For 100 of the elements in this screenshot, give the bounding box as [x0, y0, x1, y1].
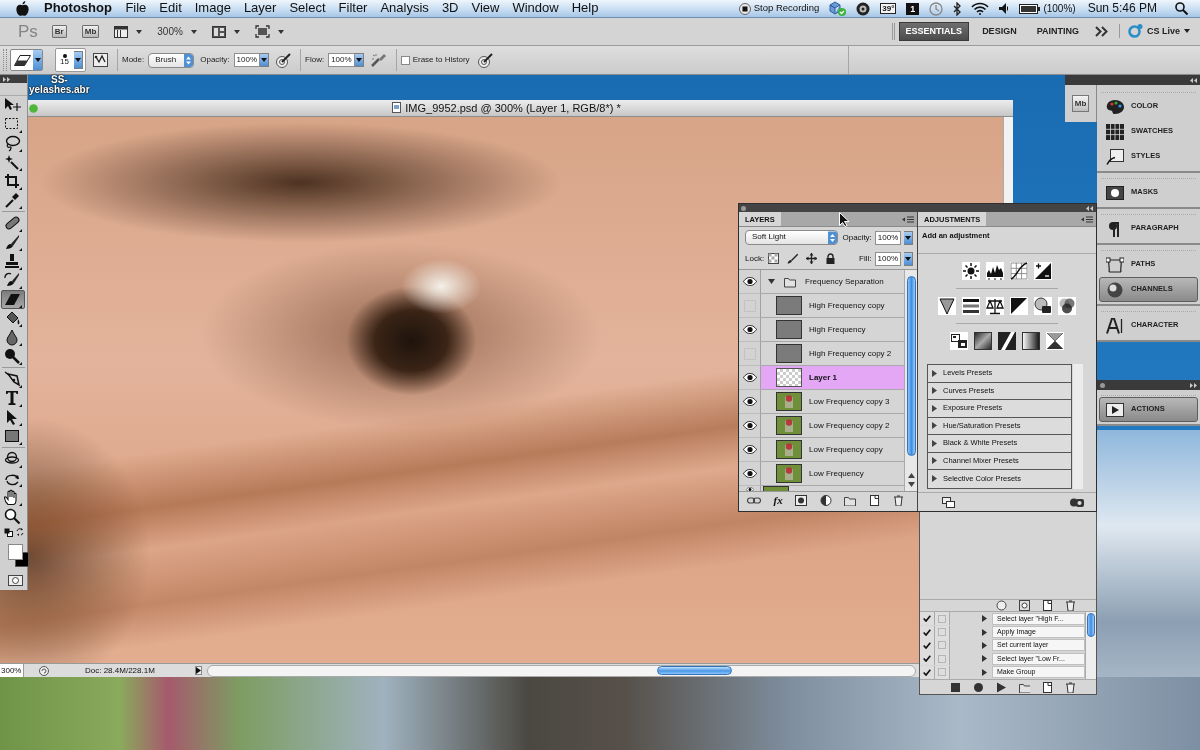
apple-icon[interactable] — [16, 1, 29, 16]
delete-layer-button[interactable] — [893, 495, 905, 506]
layer-row[interactable]: High Frequency — [761, 318, 904, 342]
delete-button[interactable] — [1065, 600, 1076, 611]
menu-item[interactable]: Window — [505, 1, 566, 16]
new-layer-button[interactable] — [868, 495, 881, 506]
launch-button[interactable]: Mb — [81, 25, 100, 38]
record-button[interactable] — [973, 681, 984, 693]
scrollbar-thumb[interactable] — [657, 666, 732, 675]
circle-square-button[interactable] — [1034, 297, 1052, 315]
layer-row[interactable]: Low Frequency — [761, 462, 904, 486]
lock-brush-button[interactable] — [787, 253, 799, 264]
disclosure-triangle-icon[interactable] — [932, 457, 937, 465]
disclosure-triangle-icon[interactable] — [932, 387, 937, 395]
step-checkbox[interactable] — [920, 612, 935, 626]
move-arrows-button[interactable] — [806, 253, 818, 264]
swap-arrows-icon[interactable] — [16, 528, 24, 536]
battery-icon[interactable] — [1019, 3, 1041, 14]
app-menu[interactable]: Photoshop — [37, 1, 119, 16]
temperature-badge[interactable]: 39° — [880, 3, 897, 14]
opacity-field[interactable]: 100% — [233, 53, 261, 67]
tool-button[interactable] — [1, 271, 25, 290]
status-menu-button[interactable] — [195, 666, 202, 675]
blend-mode-select[interactable]: Soft Light — [745, 230, 838, 245]
bluetooth-icon[interactable] — [953, 1, 962, 16]
menu-item[interactable]: Analysis — [373, 1, 436, 16]
delete-action-button[interactable] — [1065, 681, 1076, 693]
menu-item[interactable]: File — [118, 1, 153, 16]
collapse-arrows-icon[interactable] — [1086, 205, 1093, 211]
launch-button[interactable]: Br — [51, 25, 67, 38]
color-bars-button[interactable] — [962, 297, 980, 315]
fill-field[interactable]: 100% — [874, 251, 901, 266]
collapse-arrows-icon[interactable] — [1190, 77, 1197, 83]
brush-panel-button[interactable] — [93, 53, 108, 67]
layer-row[interactable]: Low Frequency copy 3 — [761, 390, 904, 414]
menu-item[interactable]: Edit — [152, 1, 189, 16]
zoom-dropdown[interactable]: 300% — [157, 26, 197, 37]
curve-grid-button[interactable] — [1010, 262, 1028, 280]
balance-scale-button[interactable] — [986, 297, 1004, 315]
new-group-button[interactable] — [844, 495, 857, 506]
window-dot-icon[interactable] — [29, 103, 38, 113]
dialog-toggle[interactable] — [935, 665, 950, 679]
disclosure-triangle-icon[interactable] — [932, 439, 937, 447]
wifi-icon[interactable] — [971, 2, 990, 15]
view-mode-button[interactable] — [942, 496, 955, 508]
panel-menu-icon[interactable] — [902, 215, 914, 223]
visibility-toggle[interactable] — [739, 294, 761, 318]
scrollbar-thumb[interactable] — [1087, 613, 1095, 637]
box-check-icon[interactable] — [829, 1, 847, 16]
visibility-toggle[interactable] — [739, 366, 761, 390]
opacity-field[interactable]: 100% — [874, 230, 902, 245]
quick-mask-icon[interactable] — [8, 575, 23, 586]
fill-menu-button[interactable] — [904, 251, 913, 266]
dot-icon[interactable] — [741, 205, 746, 211]
speaker-icon[interactable] — [999, 3, 1010, 14]
padlock-button[interactable] — [825, 253, 837, 264]
layer-row[interactable]: Layer 1 — [761, 366, 904, 390]
opacity-menu-button[interactable] — [904, 230, 913, 245]
airbrush-button[interactable] — [370, 53, 387, 67]
flow-menu-button[interactable] — [354, 53, 364, 67]
default-colors-icon[interactable] — [4, 528, 13, 537]
clock-icon[interactable] — [929, 1, 944, 16]
plus-minus-triangle-button[interactable] — [1034, 262, 1052, 280]
adjustment-layer-button[interactable] — [819, 495, 832, 506]
diagonal-split-button[interactable] — [1010, 297, 1028, 315]
layer-row[interactable]: Frequency Separation — [761, 270, 904, 294]
file-name-line[interactable]: yelashes.abr — [29, 85, 90, 95]
mode-select[interactable]: Brush — [148, 52, 195, 68]
add-mask-button[interactable] — [795, 495, 808, 506]
panel-menu-icon[interactable] — [1081, 215, 1093, 223]
zoom-field[interactable]: 300% — [0, 664, 24, 677]
crossed-square-button[interactable] — [1046, 332, 1064, 350]
aperture-icon[interactable] — [856, 1, 871, 16]
workspace-button[interactable]: DESIGN — [975, 21, 1024, 42]
three-circles-button[interactable] — [1058, 297, 1076, 315]
workspace-button[interactable]: PAINTING — [1029, 21, 1086, 42]
opacity-menu-button[interactable] — [260, 53, 270, 67]
sun-button[interactable] — [962, 262, 980, 280]
tool-preset-button[interactable] — [10, 49, 43, 71]
step-checkbox[interactable] — [920, 652, 935, 666]
visibility-toggle[interactable] — [739, 270, 761, 294]
diagonal-stripes-button[interactable] — [998, 332, 1016, 350]
link-layers-button[interactable] — [747, 497, 761, 504]
scroll-down-icon[interactable] — [907, 482, 915, 487]
erase-history-checkbox[interactable] — [400, 55, 410, 65]
layer-row[interactable]: Low Frequency copy 2 — [761, 414, 904, 438]
gradient-bar-button[interactable] — [1022, 332, 1040, 350]
effects-button[interactable]: fx — [773, 495, 783, 506]
space-number-badge[interactable]: 1 — [906, 2, 920, 15]
visibility-toggle[interactable] — [739, 342, 761, 366]
circle-arrow-icon[interactable] — [39, 665, 49, 676]
snapshot-button[interactable] — [996, 600, 1007, 611]
dot-icon[interactable] — [1100, 382, 1105, 388]
tool-button[interactable] — [1, 488, 25, 507]
cs-live-button[interactable]: CS Live — [1119, 24, 1190, 39]
workspace-button[interactable]: ESSENTIALS — [898, 21, 970, 42]
gradient-square-button[interactable] — [974, 332, 992, 350]
disclosure-triangle-icon[interactable] — [768, 279, 775, 284]
new-action-button[interactable] — [1042, 681, 1053, 693]
clip-layers-button[interactable] — [1070, 496, 1084, 508]
